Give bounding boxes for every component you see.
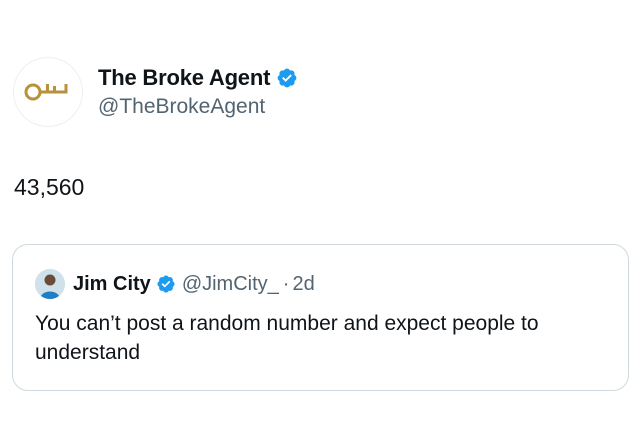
author-avatar[interactable] <box>14 58 82 126</box>
quoted-tweet-text: You can’t post a random number and expec… <box>35 312 539 364</box>
quoted-tweet-card[interactable]: Jim City @JimCity_ · 2d You can’t post a… <box>12 244 629 391</box>
author-name-block: The Broke Agent @TheBrokeAgent <box>98 64 298 121</box>
verified-badge-icon <box>277 68 297 87</box>
quoted-tweet-header: Jim City @JimCity_ · 2d <box>35 269 315 299</box>
quoted-author-display-name[interactable]: Jim City <box>73 271 151 297</box>
author-handle[interactable]: @TheBrokeAgent <box>98 93 298 121</box>
author-display-name[interactable]: The Broke Agent <box>98 64 270 92</box>
quoted-tweet-timestamp[interactable]: 2d <box>292 273 314 296</box>
quoted-author-avatar[interactable] <box>35 269 65 299</box>
tweet-text: 43,560 <box>14 174 85 200</box>
verified-badge-icon <box>157 275 175 293</box>
tweet-screenshot: The Broke Agent @TheBrokeAgent 43,560 Ji… <box>0 0 638 440</box>
person-avatar-icon <box>35 269 65 299</box>
display-name-line: The Broke Agent <box>98 64 298 92</box>
separator-dot: · <box>282 272 290 295</box>
key-logo-icon <box>24 83 68 101</box>
tweet-author: The Broke Agent @TheBrokeAgent <box>14 58 298 126</box>
quoted-author-handle[interactable]: @JimCity_ <box>182 271 279 297</box>
